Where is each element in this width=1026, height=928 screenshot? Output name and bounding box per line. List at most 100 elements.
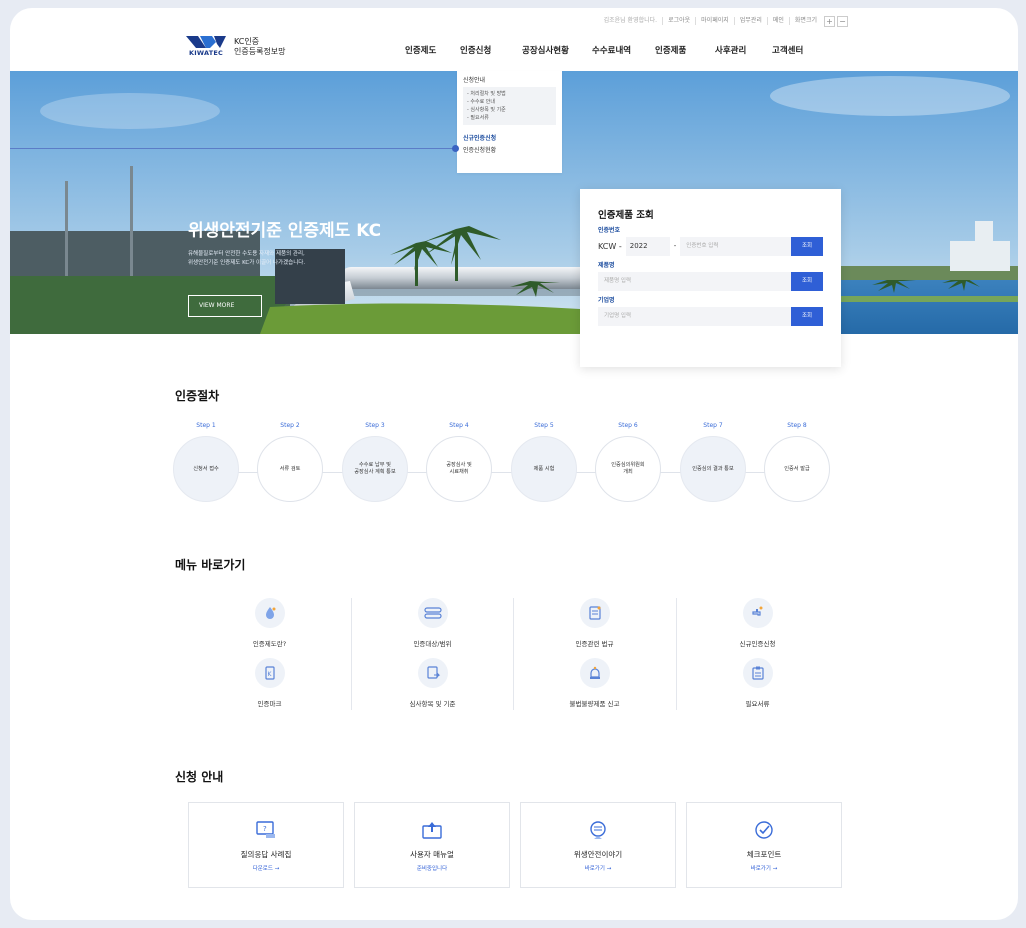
step-label: Step 4 bbox=[449, 422, 469, 429]
dropdown-sub-item[interactable]: - 심사항목 및 기준 bbox=[467, 106, 552, 114]
product-name-input[interactable]: 제품명 입력 bbox=[598, 272, 791, 291]
step-6: Step 6 인증심의위원회 개최 bbox=[594, 422, 662, 502]
dropdown-new-application[interactable]: 신규인증신청 bbox=[463, 133, 556, 142]
product-name-row: 제품명 입력 조회 bbox=[598, 272, 823, 291]
dropdown-sub-item[interactable]: - 수수료 안내 bbox=[467, 98, 552, 106]
step-label: Step 1 bbox=[196, 422, 216, 429]
step-circle: 인증심의 결과 통보 bbox=[680, 436, 746, 502]
product-search-card: 인증제품 조회 인증번호 KCW - 2022 - 인증번호 입력 조회 제품명… bbox=[580, 189, 841, 367]
nav-item-after-care[interactable]: 사후관리 bbox=[715, 44, 772, 56]
guide-item-link[interactable]: 다운로드 → bbox=[189, 864, 343, 872]
shortcut-report-illegal[interactable]: 불법불량제품 신고 bbox=[513, 658, 676, 708]
step-circle: 신청서 접수 bbox=[173, 436, 239, 502]
company-name-input[interactable]: 기업명 입력 bbox=[598, 307, 791, 326]
guide-checkpoint[interactable]: 체크포인트 바로가기 → bbox=[686, 802, 842, 888]
company-name-label: 기업명 bbox=[598, 297, 615, 304]
step-5: Step 5 제품 시험 bbox=[510, 422, 578, 502]
nav-item-products[interactable]: 인증제품 bbox=[655, 44, 715, 56]
admin-link[interactable]: 업무관리 bbox=[733, 17, 767, 25]
kc-mark-icon: K bbox=[254, 658, 285, 688]
logout-link[interactable]: 로그아웃 bbox=[662, 17, 695, 25]
check-circle-icon bbox=[687, 819, 841, 841]
chat-bubble-icon bbox=[521, 819, 675, 841]
guide-user-manual[interactable]: 사용자 매뉴얼 준비중입니다 bbox=[354, 802, 510, 888]
step-circle: 서류 검토 bbox=[257, 436, 323, 502]
procedure-steps: Step 1 신청서 접수 Step 2 서류 검토 Step 3 수수료 납부… bbox=[172, 422, 848, 502]
shortcut-cert-mark[interactable]: K 인증마크 bbox=[188, 658, 351, 708]
nav-item-apply[interactable]: 인증신청 bbox=[460, 44, 522, 56]
qa-book-icon: ? bbox=[189, 819, 343, 841]
welcome-text: 김조윤님 환영합니다. bbox=[603, 17, 658, 24]
font-decrease-button[interactable]: − bbox=[837, 15, 848, 27]
shortcut-label: 인증대상/범위 bbox=[413, 640, 452, 648]
nav-item-system[interactable]: 인증제도 bbox=[405, 44, 460, 56]
shortcut-required-docs[interactable]: 필요서류 bbox=[676, 658, 839, 708]
step-label: Step 7 bbox=[703, 422, 723, 429]
step-text: 수수료 납부 및 bbox=[359, 462, 391, 468]
company-search-button[interactable]: 조회 bbox=[791, 307, 823, 326]
company-name-row: 기업명 입력 조회 bbox=[598, 307, 823, 326]
svg-text:?: ? bbox=[263, 825, 267, 833]
dropdown-application-status[interactable]: 인증신청현황 bbox=[463, 145, 556, 154]
nav-item-customer-center[interactable]: 고객센터 bbox=[772, 44, 822, 56]
shortcut-review-criteria[interactable]: 심사항목 및 기준 bbox=[351, 658, 514, 708]
home-link[interactable]: 메인 bbox=[766, 17, 789, 25]
font-increase-button[interactable]: + bbox=[824, 15, 835, 27]
shortcut-label: 필요서류 bbox=[745, 700, 770, 708]
step-text: 인증심의위원회 bbox=[611, 462, 645, 468]
shortcut-cert-law[interactable]: 인증관련 법규 bbox=[513, 598, 676, 648]
alarm-icon bbox=[579, 658, 610, 688]
logo-line-2: 인증등록정보망 bbox=[234, 46, 286, 56]
page-frame: 김조윤님 환영합니다. 로그아웃 마이페이지 업무관리 메인 화면크기 + − … bbox=[10, 8, 1018, 920]
apply-dropdown-menu: 신청안내 - 처리절차 및 방법 - 수수료 안내 - 심사항목 및 기준 - … bbox=[457, 71, 562, 173]
product-name-label: 제품명 bbox=[598, 262, 615, 269]
step-text: 서류 검토 bbox=[279, 465, 301, 472]
logo-line-1: KC인증 bbox=[234, 36, 260, 46]
dropdown-sub-item[interactable]: - 처리절차 및 방법 bbox=[467, 90, 552, 98]
guide-item-link[interactable]: 준비중입니다 bbox=[355, 864, 509, 872]
step-circle: 제품 시험 bbox=[511, 436, 577, 502]
logo-english: KIWATEC bbox=[189, 49, 223, 57]
step-circle: 인증심의위원회 개최 bbox=[595, 436, 661, 502]
step-4: Step 4 공장심사 및 시료채취 bbox=[425, 422, 493, 502]
dropdown-sub-item[interactable]: - 필요서류 bbox=[467, 114, 552, 122]
faucet-icon bbox=[742, 598, 773, 628]
hero-description: 유해물질로부터 안전한 수도용 자재와 제품의 관리, 위생안전기준 인증제도 … bbox=[188, 250, 388, 268]
guide-qa-casebook[interactable]: ? 질의응답 사례집 다운로드 → bbox=[188, 802, 344, 888]
step-text: 인증심의 결과 통보 bbox=[692, 465, 734, 472]
shortcut-label: 인증마크 bbox=[257, 700, 282, 708]
guide-item-link[interactable]: 바로가기 → bbox=[687, 864, 841, 872]
nav-item-factory-audit[interactable]: 공장심사현황 bbox=[522, 44, 592, 56]
review-document-icon bbox=[417, 658, 448, 688]
dropdown-title[interactable]: 신청안내 bbox=[463, 75, 556, 84]
step-circle: 인증서 발급 bbox=[764, 436, 830, 502]
product-search-button[interactable]: 조회 bbox=[791, 272, 823, 291]
view-more-button[interactable]: VIEW MORE bbox=[188, 295, 262, 317]
shortcut-cert-system[interactable]: 인증제도란? bbox=[188, 598, 351, 648]
shortcut-new-application[interactable]: 신규인증신청 bbox=[676, 598, 839, 648]
step-text: 신청서 접수 bbox=[193, 465, 219, 472]
step-7: Step 7 인증심의 결과 통보 bbox=[679, 422, 747, 502]
step-label: Step 8 bbox=[787, 422, 807, 429]
clipboard-icon bbox=[742, 658, 773, 688]
shortcut-cert-scope[interactable]: 인증대상/범위 bbox=[351, 598, 514, 648]
font-size-label: 화면크기 bbox=[788, 17, 822, 25]
hero-desc-line-2: 위생안전기준 인증제도 KC가 이끌어 나가겠습니다. bbox=[188, 260, 306, 266]
guide-item-title: 체크포인트 bbox=[746, 850, 782, 859]
cert-dash: - bbox=[673, 242, 677, 250]
guide-item-link[interactable]: 바로가기 → bbox=[521, 864, 675, 872]
nav-item-fees[interactable]: 수수료내역 bbox=[592, 44, 655, 56]
guide-safety-story[interactable]: 위생안전이야기 바로가기 → bbox=[520, 802, 676, 888]
site-logo[interactable]: KIWATEC KC인증 인증등록정보망 bbox=[186, 36, 286, 57]
guide-item-title: 사용자 매뉴얼 bbox=[410, 850, 454, 859]
step-1: Step 1 신청서 접수 bbox=[172, 422, 240, 502]
cert-number-input[interactable]: 인증번호 입력 bbox=[680, 237, 791, 256]
step-label: Step 3 bbox=[365, 422, 385, 429]
step-text-2: 공장심사 계획 통보 bbox=[354, 469, 396, 475]
cert-year-select[interactable]: 2022 bbox=[625, 237, 670, 256]
step-circle: 공장심사 및 시료채취 bbox=[426, 436, 492, 502]
mypage-link[interactable]: 마이페이지 bbox=[695, 17, 734, 25]
shortcut-label: 인증제도란? bbox=[252, 640, 287, 648]
shortcut-label: 신규인증신청 bbox=[739, 640, 776, 648]
cert-search-button[interactable]: 조회 bbox=[791, 237, 823, 256]
